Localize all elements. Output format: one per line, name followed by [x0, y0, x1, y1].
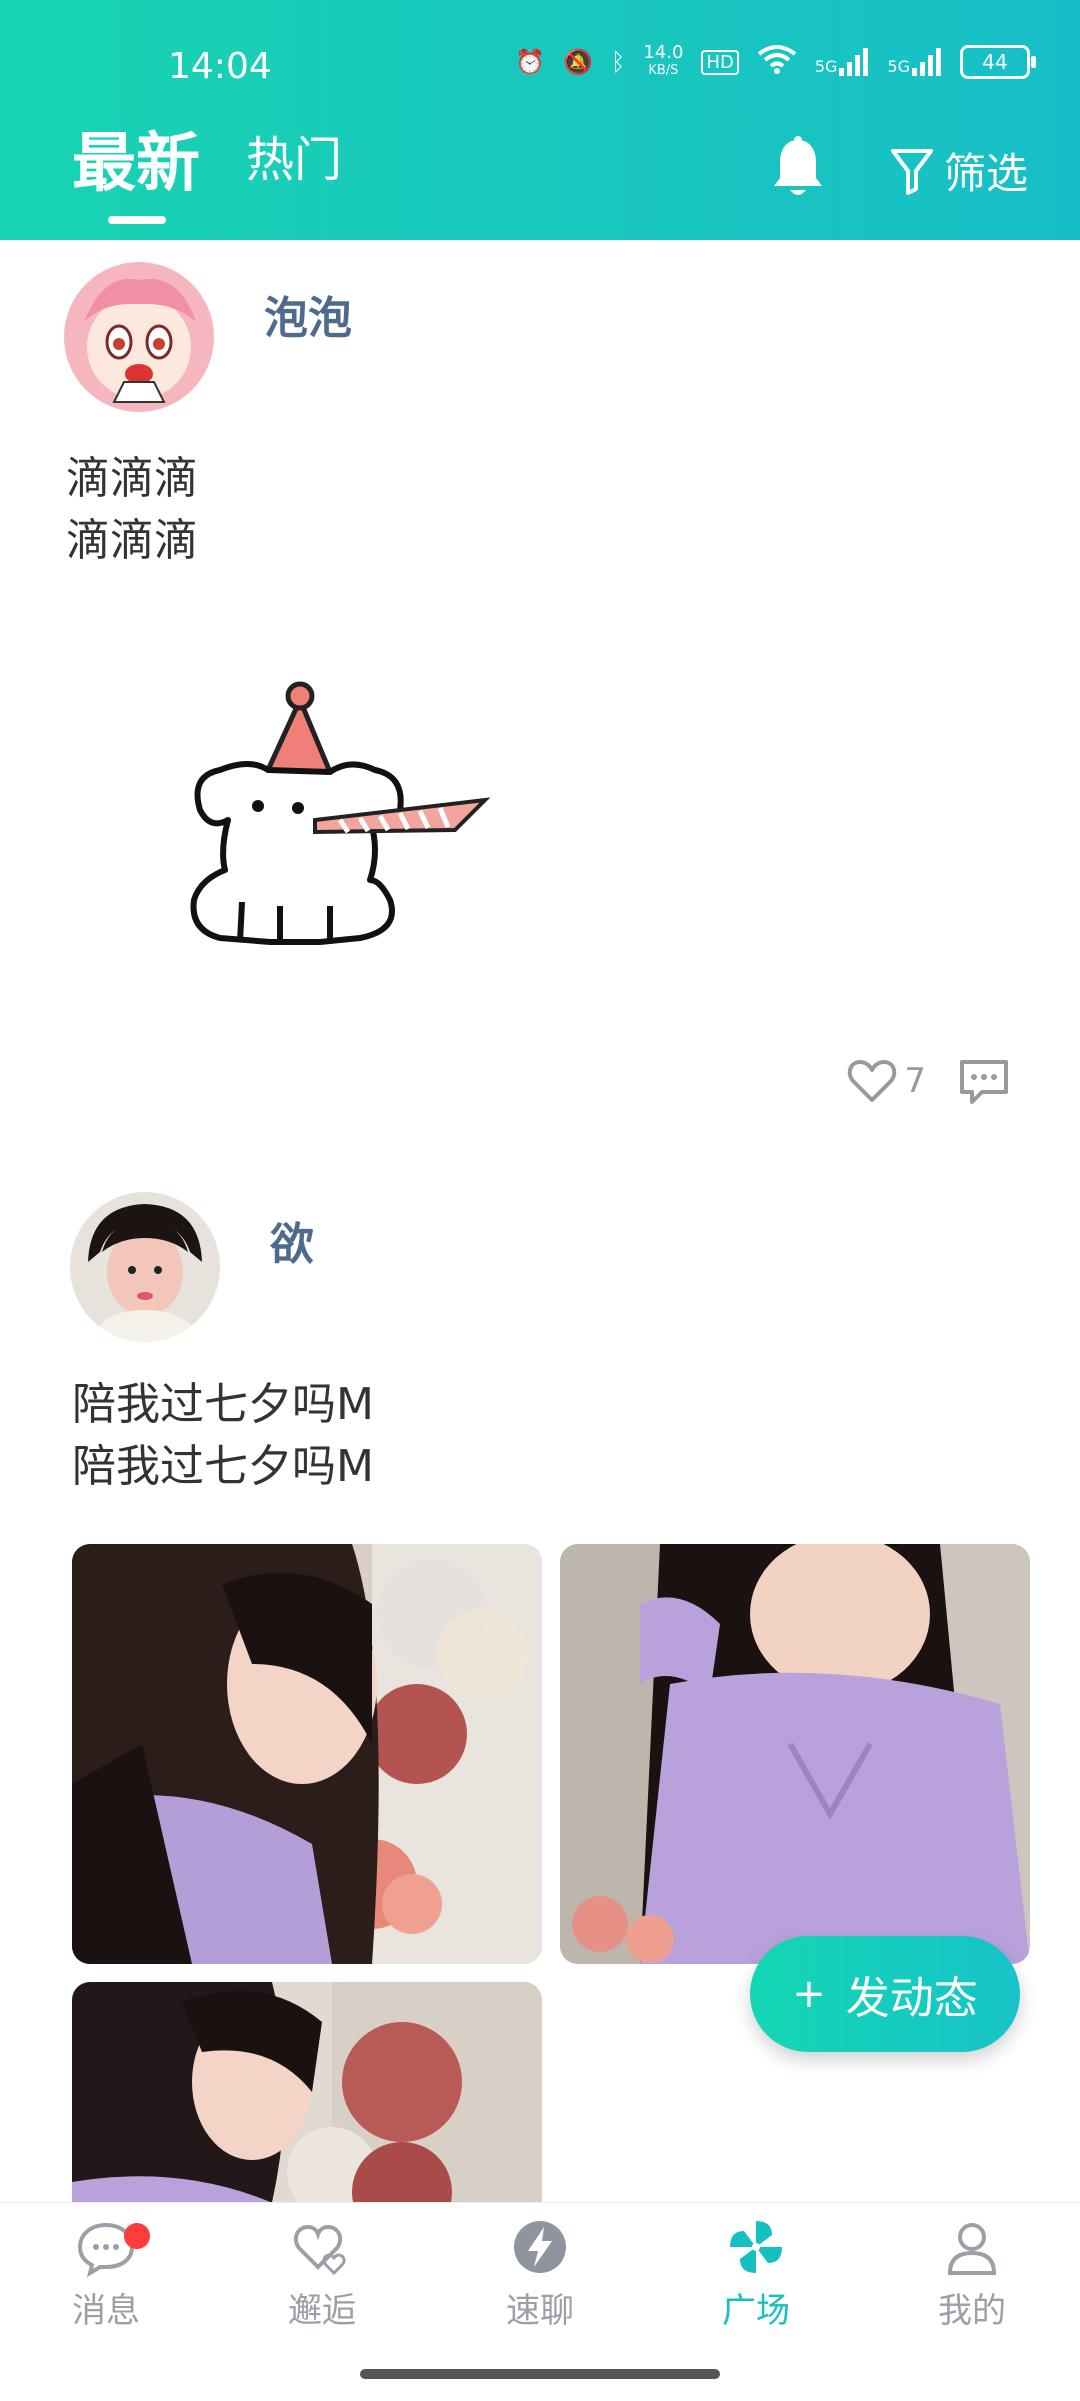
post-dynamic-button[interactable]: + 发动态 [750, 1936, 1020, 2052]
post-photo[interactable] [72, 1544, 542, 1964]
nav-square[interactable]: 广场 [686, 2215, 826, 2332]
nav-messages[interactable]: 消息 [36, 2215, 176, 2332]
comment-button[interactable] [956, 1056, 1012, 1106]
status-time: 14:04 [168, 46, 272, 87]
tab-latest[interactable]: 最新 [72, 112, 200, 204]
plus-icon: + [792, 1971, 826, 2017]
mute-icon: 🔕 [563, 48, 593, 76]
nav-label: 邂逅 [288, 2291, 356, 2331]
nav-label: 速聊 [506, 2291, 574, 2331]
status-icons: ⏰ 🔕 ᛒ 14.0 KB/S HD 5G 5G 44 [515, 44, 1036, 80]
bluetooth-icon: ᛒ [610, 48, 626, 76]
signal-bars-icon [839, 48, 869, 76]
lightning-icon [514, 2221, 566, 2273]
like-count: 7 [904, 1061, 926, 1101]
post-username[interactable]: 欲 [270, 1208, 314, 1272]
post-text: 陪我过七夕吗M 陪我过七夕吗M [72, 1374, 374, 1498]
person-icon [947, 2223, 997, 2275]
signal-2-label: 5G [887, 57, 910, 76]
nav-label: 广场 [722, 2291, 790, 2331]
signal-bars-icon [912, 48, 941, 76]
status-bar: 14:04 ⏰ 🔕 ᛒ 14.0 KB/S HD 5G 5G 44 [0, 0, 1080, 130]
wifi-icon [757, 44, 797, 80]
post-actions: 7 [846, 1056, 1012, 1106]
net-speed-value: 14.0 [643, 42, 684, 63]
app-header: 14:04 ⏰ 🔕 ᛒ 14.0 KB/S HD 5G 5G 44 最新 热门 … [0, 0, 1080, 240]
tab-hot[interactable]: 热门 [246, 120, 342, 190]
post-text-line: 陪我过七夕吗M [72, 1379, 374, 1430]
signal-1-label: 5G [814, 57, 838, 76]
nav-quick-chat[interactable]: 速聊 [470, 2215, 610, 2332]
signal-5g-2: 5G [887, 48, 942, 76]
avatar[interactable] [70, 1192, 220, 1342]
filter-button[interactable]: 筛选 [890, 140, 1028, 201]
post-text-line: 滴滴滴 [66, 515, 198, 566]
hearts-icon [293, 2224, 346, 2276]
like-button[interactable]: 7 [846, 1058, 926, 1104]
filter-label: 筛选 [944, 149, 1029, 198]
heart-icon [848, 1060, 897, 1102]
alarm-icon: ⏰ [515, 48, 546, 76]
post-sticker-image[interactable] [180, 680, 510, 970]
pinwheel-icon [730, 2221, 782, 2273]
nav-profile[interactable]: 我的 [902, 2215, 1042, 2332]
signal-5g-1: 5G [815, 48, 870, 76]
battery-indicator: 44 [960, 45, 1036, 79]
net-speed-unit: KB/S [648, 63, 679, 78]
post-text-line: 陪我过七夕吗M [72, 1441, 374, 1492]
net-speed: 14.0 KB/S [643, 44, 683, 80]
nav-label: 我的 [938, 2291, 1006, 2331]
active-tab-indicator [108, 216, 166, 224]
bell-icon[interactable] [770, 136, 826, 200]
filter-funnel-icon [891, 148, 933, 195]
hd-badge: HD [701, 49, 739, 75]
avatar[interactable] [64, 262, 214, 412]
nav-label: 消息 [72, 2291, 140, 2331]
post-username[interactable]: 泡泡 [264, 282, 352, 346]
post-text: 滴滴滴 滴滴滴 [66, 448, 198, 572]
nav-encounter[interactable]: 邂逅 [252, 2215, 392, 2332]
home-indicator[interactable] [360, 2369, 720, 2379]
post-photo[interactable] [560, 1544, 1030, 1964]
unread-badge [124, 2223, 150, 2249]
fab-label: 发动态 [845, 1973, 978, 2024]
post-text-line: 滴滴滴 [66, 453, 198, 504]
comment-icon [960, 1060, 1008, 1104]
